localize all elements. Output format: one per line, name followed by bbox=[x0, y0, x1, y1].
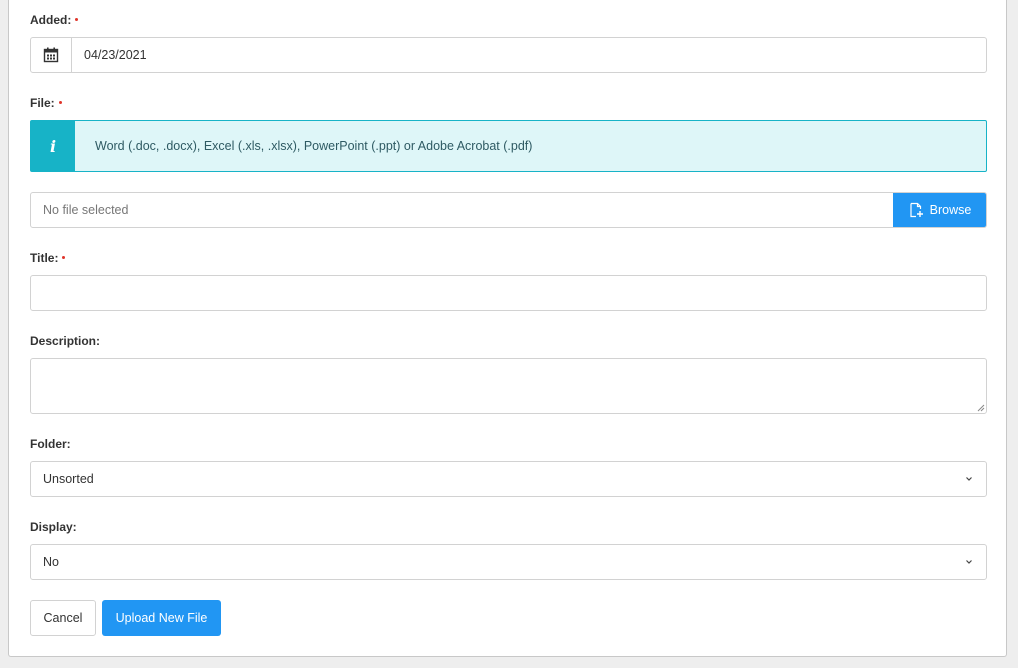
required-indicator bbox=[75, 18, 79, 22]
added-label: Added: bbox=[30, 13, 79, 27]
description-textarea[interactable] bbox=[30, 358, 987, 414]
chevron-down-icon bbox=[966, 560, 972, 564]
display-selected-value: No bbox=[43, 555, 59, 569]
file-label-text: File: bbox=[30, 96, 55, 110]
folder-selected-value: Unsorted bbox=[43, 472, 94, 486]
resize-grip-icon[interactable] bbox=[976, 403, 985, 412]
upload-new-file-button[interactable]: Upload New File bbox=[102, 600, 221, 636]
description-label: Description: bbox=[30, 334, 101, 348]
display-select[interactable]: No bbox=[30, 544, 987, 580]
added-date-field[interactable]: 04/23/2021 bbox=[30, 37, 987, 73]
calendar-icon bbox=[43, 47, 59, 63]
file-types-info-text: Word (.doc, .docx), Excel (.xls, .xlsx),… bbox=[95, 139, 533, 153]
required-indicator bbox=[62, 256, 66, 260]
file-add-icon bbox=[910, 202, 923, 218]
title-label: Title: bbox=[30, 251, 66, 265]
folder-label: Folder: bbox=[30, 437, 71, 451]
file-types-info-alert: i Word (.doc, .docx), Excel (.xls, .xlsx… bbox=[30, 120, 987, 172]
upload-form-panel: Added: 04/23/2021 File: i Word (.doc, .d… bbox=[8, 0, 1007, 657]
cancel-button[interactable]: Cancel bbox=[30, 600, 96, 636]
added-label-text: Added: bbox=[30, 13, 72, 27]
title-label-text: Title: bbox=[30, 251, 59, 265]
info-icon: i bbox=[31, 121, 75, 171]
chevron-down-icon bbox=[966, 477, 972, 481]
date-picker-button[interactable] bbox=[31, 38, 72, 72]
folder-select[interactable]: Unsorted bbox=[30, 461, 987, 497]
file-label: File: bbox=[30, 96, 62, 110]
browse-button[interactable]: Browse bbox=[893, 193, 986, 227]
browse-button-label: Browse bbox=[929, 203, 972, 217]
display-label: Display: bbox=[30, 520, 77, 534]
file-picker[interactable]: No file selected Browse bbox=[30, 192, 987, 228]
file-name-display[interactable]: No file selected bbox=[31, 193, 893, 227]
title-input[interactable] bbox=[30, 275, 987, 311]
required-indicator bbox=[58, 101, 62, 105]
added-date-value[interactable]: 04/23/2021 bbox=[72, 38, 986, 72]
